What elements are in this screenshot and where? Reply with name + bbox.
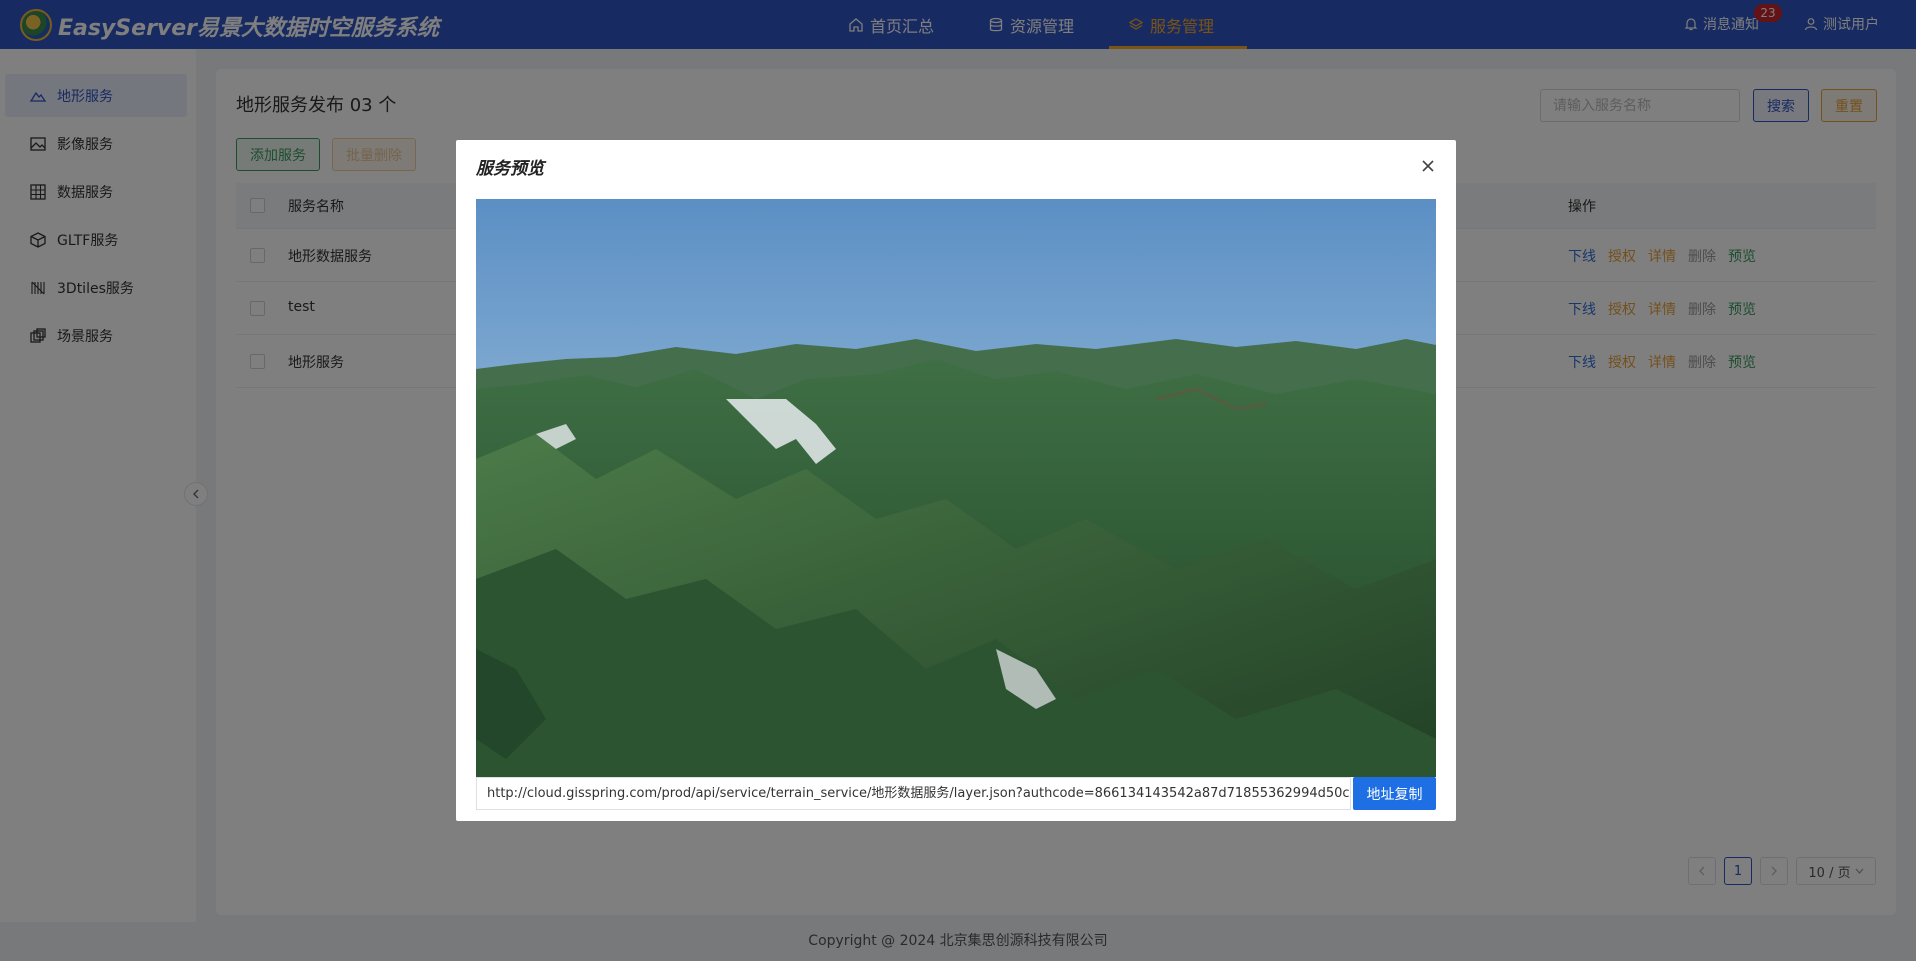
service-url-field[interactable]: http://cloud.gisspring.com/prod/api/serv… xyxy=(476,777,1351,810)
modal-title: 服务预览 xyxy=(476,159,544,179)
close-icon[interactable] xyxy=(1416,154,1440,178)
copy-url-button[interactable]: 地址复制 xyxy=(1353,777,1436,810)
terrain-preview-view[interactable] xyxy=(476,199,1436,777)
service-preview-modal: 服务预览 http://cloud.gisspring.com/prod/api… xyxy=(456,140,1456,821)
